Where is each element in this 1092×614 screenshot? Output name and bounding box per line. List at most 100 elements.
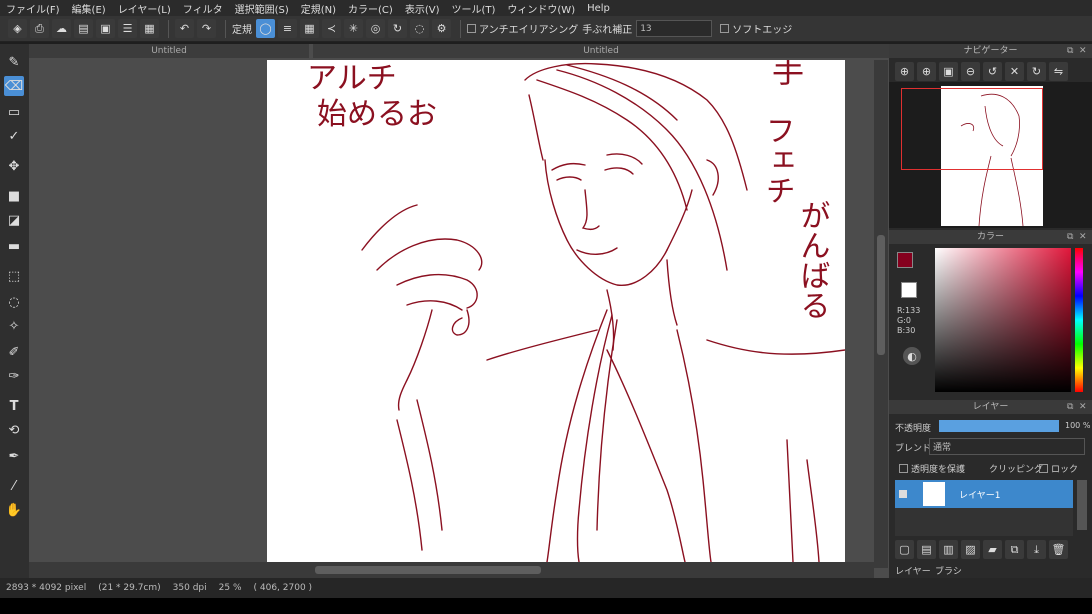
canvas-size-cm: (21 * 29.7cm) xyxy=(98,583,161,593)
ruler-settings-icon[interactable]: ⚙ xyxy=(432,19,451,38)
check-icon[interactable]: ✓ xyxy=(4,126,24,146)
duplicate-layer-icon[interactable]: ⧉ xyxy=(1005,540,1024,559)
brush-icon[interactable]: ✎ xyxy=(4,52,24,72)
menu-ruler[interactable]: 定規(N) xyxy=(301,1,336,16)
fit-icon[interactable]: ▣ xyxy=(939,62,958,81)
ruler-ellipse-icon[interactable]: ◌ xyxy=(410,19,429,38)
ruler-off-icon[interactable]: ◯ xyxy=(256,19,275,38)
select-pen-icon[interactable]: ✐ xyxy=(4,342,24,362)
menu-edit[interactable]: 編集(E) xyxy=(72,1,106,16)
ruler-perspective-icon[interactable]: ≺ xyxy=(322,19,341,38)
color-saturation-field[interactable] xyxy=(935,248,1071,392)
palette-icon[interactable]: ◐ xyxy=(903,347,921,365)
brush-tab[interactable]: ブラシ xyxy=(935,564,962,577)
new-8bit-layer-icon[interactable]: ▥ xyxy=(939,540,958,559)
clipping-label[interactable]: クリッピング xyxy=(989,462,1043,475)
comment-icon[interactable]: ▤ xyxy=(74,19,93,38)
canvas-area[interactable]: Untitled Untitled アルチ 始めるお 手 フェチ がんばる xyxy=(29,44,889,578)
menu-color[interactable]: カラー(C) xyxy=(348,1,393,16)
zoom-in-icon[interactable]: ⊕ xyxy=(917,62,936,81)
color-close-icon[interactable]: ✕ xyxy=(1079,232,1087,242)
navigator-preview[interactable] xyxy=(889,82,1092,228)
ruler-curve-icon[interactable]: ↻ xyxy=(388,19,407,38)
ruler-parallel-icon[interactable]: ≡ xyxy=(278,19,297,38)
select-eraser-icon[interactable]: ✑ xyxy=(4,366,24,386)
color-expand-icon[interactable]: ⧉ xyxy=(1067,232,1073,242)
menu-view[interactable]: 表示(V) xyxy=(405,1,440,16)
rotate-right-icon[interactable]: ↻ xyxy=(1027,62,1046,81)
soft-edge-checkbox[interactable] xyxy=(720,24,730,33)
lock-checkbox[interactable] xyxy=(1039,464,1048,473)
save-icon[interactable]: ▣ xyxy=(96,19,115,38)
layer-list-scrollbar[interactable] xyxy=(1077,480,1087,530)
app-logo-icon[interactable]: ◈ xyxy=(8,19,27,38)
merge-layer-icon[interactable]: ⤓ xyxy=(1027,540,1046,559)
layers-close-icon[interactable]: ✕ xyxy=(1079,402,1087,412)
fill-icon[interactable]: ◪ xyxy=(4,210,24,230)
eyedropper-icon[interactable]: ⁄ xyxy=(4,476,24,496)
shape-icon[interactable]: ■ xyxy=(4,186,24,206)
new-1bit-layer-icon[interactable]: ▨ xyxy=(961,540,980,559)
menu-window[interactable]: ウィンドウ(W) xyxy=(507,1,575,16)
magic-wand-icon[interactable]: ✧ xyxy=(4,316,24,336)
eraser-icon[interactable]: ⌫ xyxy=(4,76,24,96)
cloud-icon[interactable]: ☁ xyxy=(52,19,71,38)
grid-icon[interactable]: ▦ xyxy=(140,19,159,38)
navigator-close-icon[interactable]: ✕ xyxy=(1079,46,1087,56)
menu-select[interactable]: 選択範囲(S) xyxy=(235,1,289,16)
navigator-viewport[interactable] xyxy=(901,88,1043,170)
secondary-color-swatch[interactable] xyxy=(901,282,917,298)
layers-expand-icon[interactable]: ⧉ xyxy=(1067,402,1073,412)
preserve-opacity-checkbox[interactable] xyxy=(899,464,908,473)
grid-list-icon[interactable]: ☰ xyxy=(118,19,137,38)
rotate-left-icon[interactable]: ↺ xyxy=(983,62,1002,81)
zoom-out-icon[interactable]: ⊖ xyxy=(961,62,980,81)
move-icon[interactable]: ✥ xyxy=(4,156,24,176)
zoom-icon[interactable]: ⊕ xyxy=(895,62,914,81)
layer-row[interactable]: レイヤー1 xyxy=(895,480,1073,508)
flip-icon[interactable]: ⇋ xyxy=(1049,62,1068,81)
menu-tool[interactable]: ツール(T) xyxy=(451,1,495,16)
layers-tab[interactable]: レイヤー xyxy=(895,564,931,577)
marquee-icon[interactable]: ⬚ xyxy=(4,266,24,286)
lasso-icon[interactable]: ◌ xyxy=(4,292,24,312)
gradient-icon[interactable]: ▬ xyxy=(4,236,24,256)
menu-help[interactable]: Help xyxy=(587,3,610,14)
horizontal-scrollbar[interactable] xyxy=(29,562,874,578)
menu-filter[interactable]: フィルタ xyxy=(183,1,223,16)
stabilizer-select[interactable]: 13 xyxy=(636,20,713,37)
horizontal-scroll-thumb[interactable] xyxy=(315,566,541,574)
ruler-concentric-icon[interactable]: ◎ xyxy=(366,19,385,38)
ruler-crosshatch-icon[interactable]: ▦ xyxy=(300,19,319,38)
menu-layer[interactable]: レイヤー(L) xyxy=(118,1,171,16)
delete-layer-icon[interactable]: 🗑 xyxy=(1049,540,1068,559)
redo-icon[interactable]: ↷ xyxy=(197,19,216,38)
hue-slider[interactable] xyxy=(1075,248,1083,392)
layer-visibility-icon[interactable] xyxy=(899,490,907,498)
menu-file[interactable]: ファイル(F) xyxy=(6,1,60,16)
primary-color-swatch[interactable] xyxy=(897,252,913,268)
left-handwriting: 始めるお xyxy=(317,97,437,132)
hand-icon[interactable]: ✋ xyxy=(4,500,24,520)
select-rect-icon[interactable]: ▭ xyxy=(4,102,24,122)
new-file-icon[interactable]: ⎙ xyxy=(30,19,49,38)
undo-icon[interactable]: ↶ xyxy=(175,19,194,38)
drawing-paper[interactable]: アルチ 始めるお 手 フェチ がんばる xyxy=(267,60,845,562)
antialias-checkbox[interactable] xyxy=(467,24,476,33)
vertical-scrollbar[interactable] xyxy=(874,60,888,568)
navigator-expand-icon[interactable]: ⧉ xyxy=(1067,46,1073,56)
color-g-value: G:0 xyxy=(897,316,911,325)
blend-select[interactable]: 通常 xyxy=(929,438,1085,455)
ruler-radial-icon[interactable]: ✳ xyxy=(344,19,363,38)
text-icon[interactable]: T xyxy=(4,396,24,416)
navigator-toolbar: ⊕ ⊕ ▣ ⊖ ↺ ✕ ↻ ⇋ xyxy=(895,62,1090,81)
reset-icon[interactable]: ✕ xyxy=(1005,62,1024,81)
vertical-scroll-thumb[interactable] xyxy=(877,235,885,355)
folder-icon[interactable]: ▰ xyxy=(983,540,1002,559)
eyebrow xyxy=(551,162,586,171)
new-layer-icon[interactable]: ▢ xyxy=(895,540,914,559)
new-halftone-layer-icon[interactable]: ▤ xyxy=(917,540,936,559)
pen-icon[interactable]: ✒ xyxy=(4,446,24,466)
frame-icon[interactable]: ⟲ xyxy=(4,420,24,440)
opacity-slider[interactable] xyxy=(939,420,1059,432)
